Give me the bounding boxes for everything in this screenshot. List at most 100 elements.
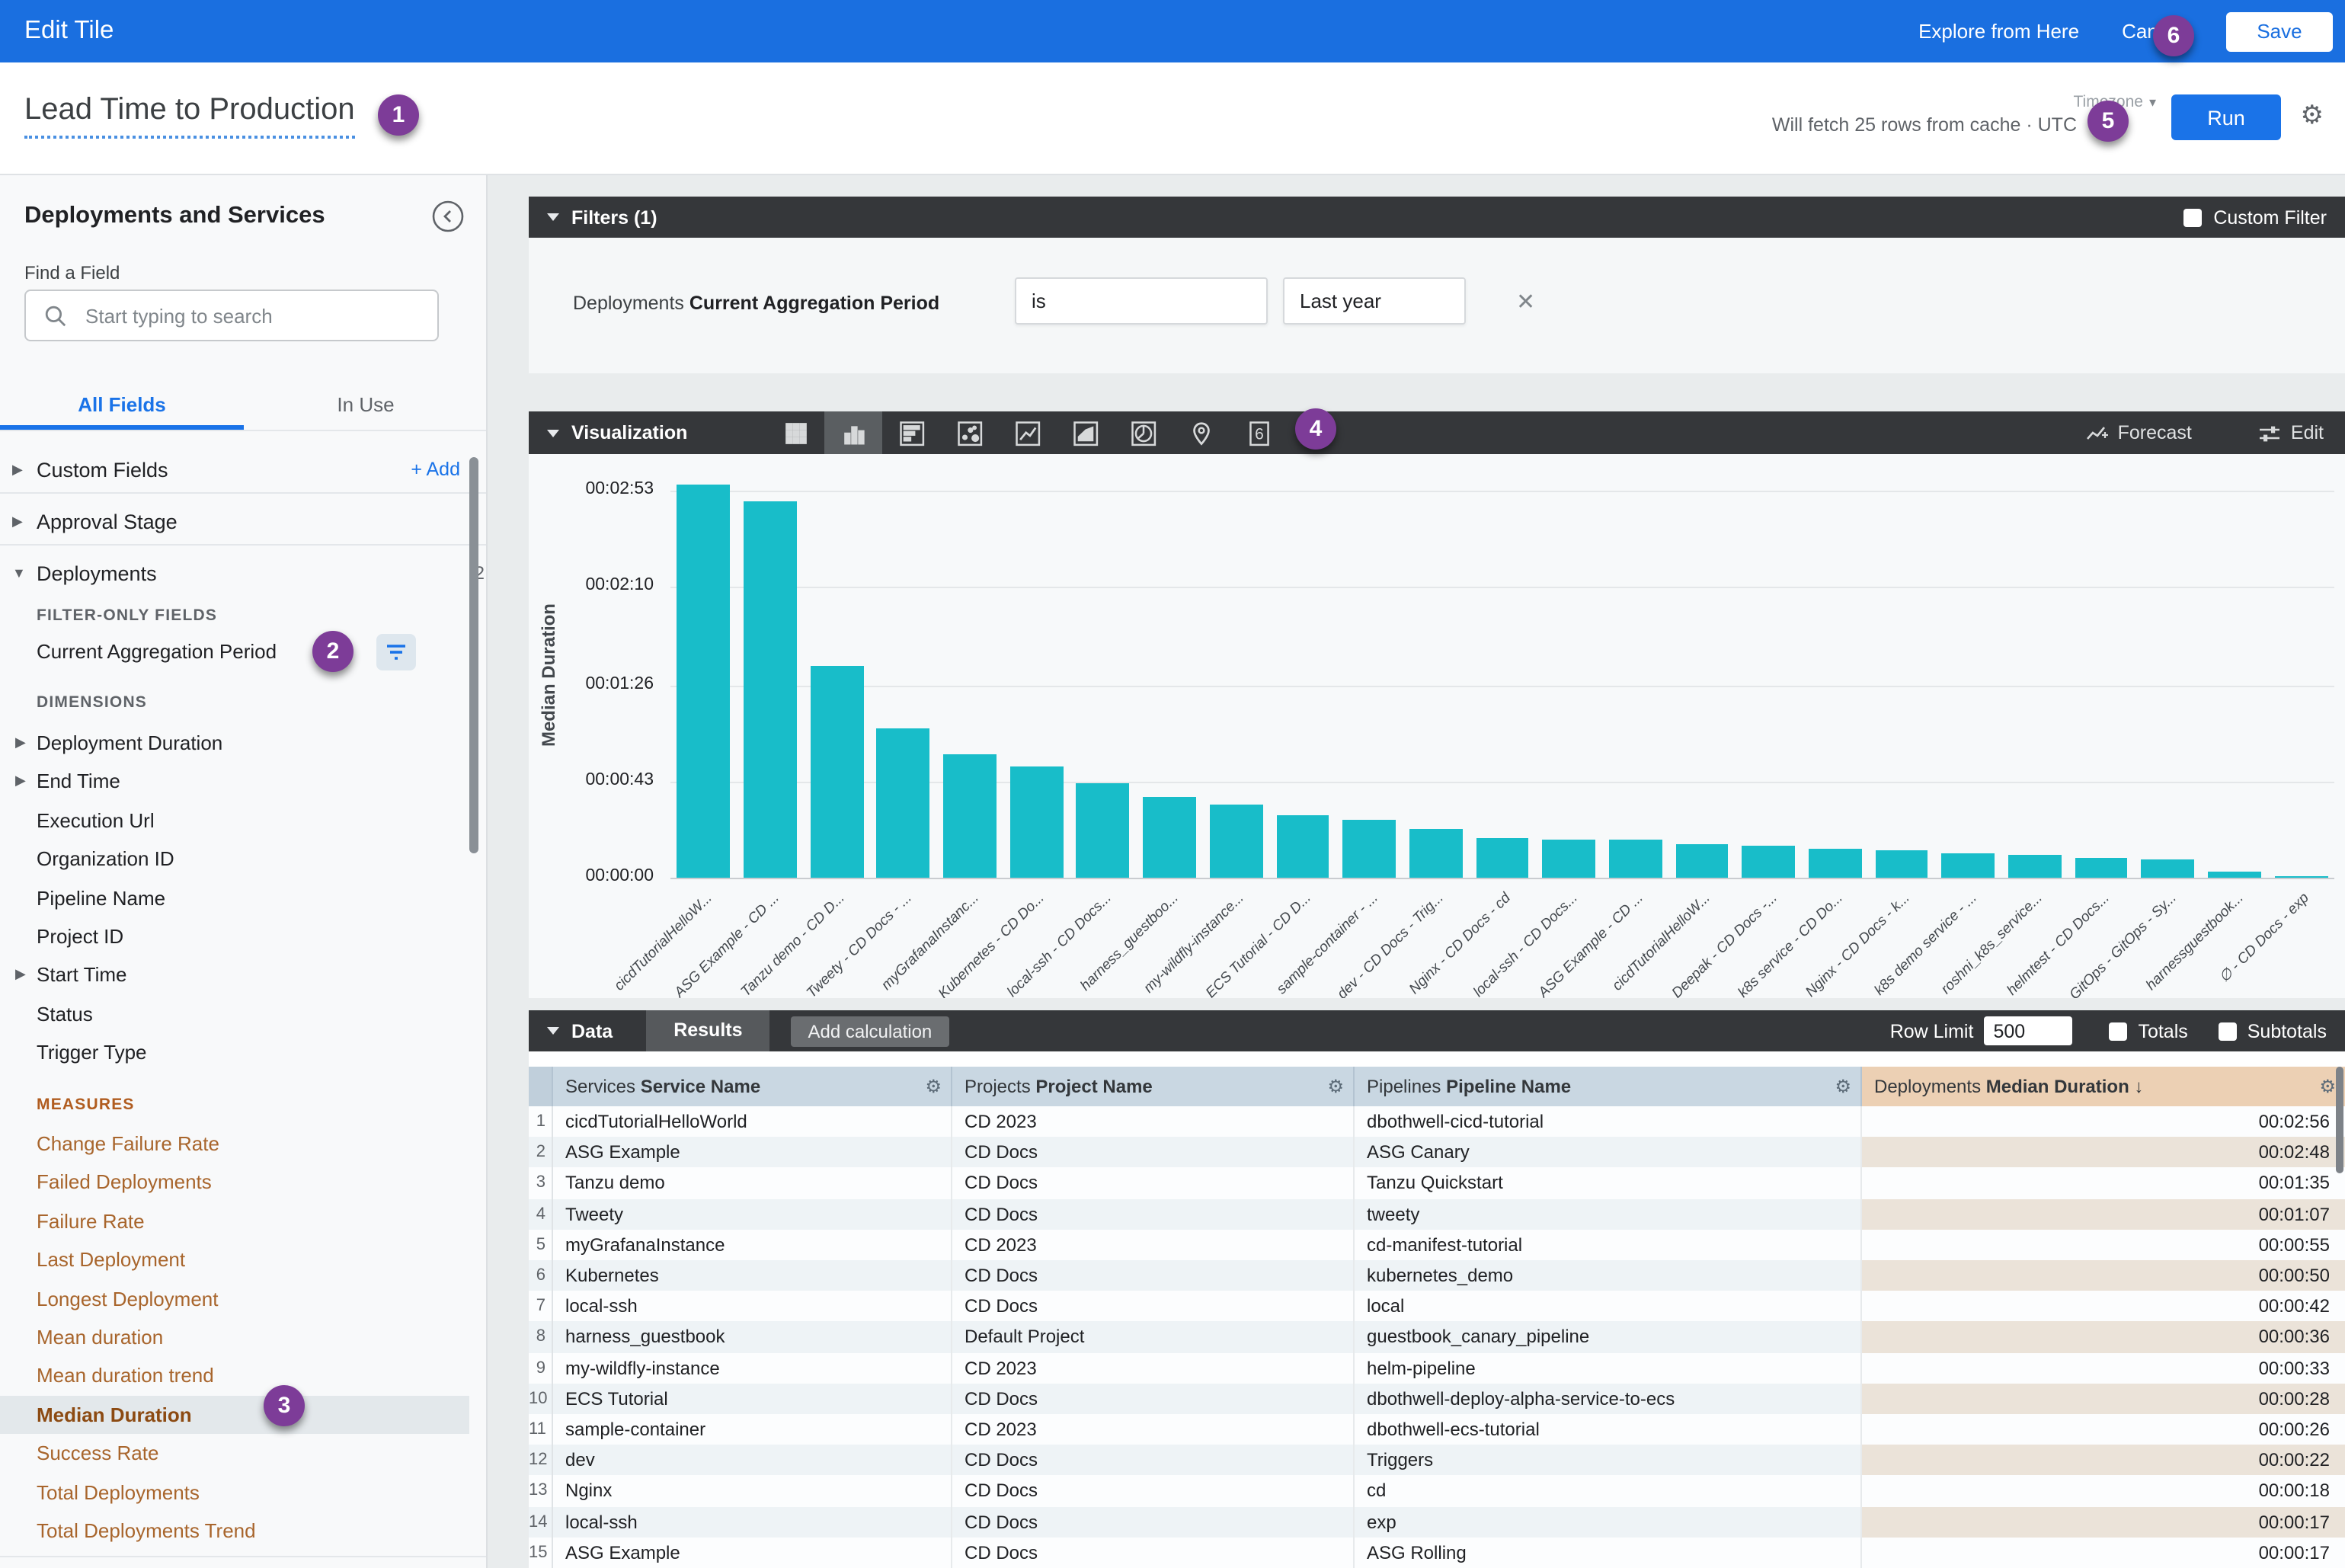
sidebar-group-custom-fields[interactable]: ▶ Custom Fields + Add xyxy=(0,446,488,492)
single-value-icon[interactable]: 6 xyxy=(1230,411,1288,454)
bar-4[interactable] xyxy=(877,728,930,878)
bar-7[interactable] xyxy=(1077,784,1130,878)
bar-25[interactable] xyxy=(2274,875,2327,878)
measure-mean-duration-trend[interactable]: Mean duration trend xyxy=(0,1357,469,1395)
table-row[interactable]: 10ECS TutorialCD Docsdbothwell-deploy-al… xyxy=(529,1384,2345,1414)
bar-1[interactable] xyxy=(677,484,731,878)
filter-by-field-button[interactable] xyxy=(376,634,416,670)
column-gear-icon[interactable]: ⚙ xyxy=(1327,1076,1344,1097)
bar-20[interactable] xyxy=(1942,853,1995,878)
bar-12[interactable] xyxy=(1409,828,1463,878)
add-calculation-button[interactable]: Add calculation xyxy=(792,1016,949,1046)
table-row[interactable]: 14local-sshCD Docsexp00:00:17 xyxy=(529,1506,2345,1537)
table-row[interactable]: 8harness_guestbookDefault Projectguestbo… xyxy=(529,1322,2345,1352)
collapse-sidebar-icon[interactable] xyxy=(431,200,465,233)
bar-14[interactable] xyxy=(1542,840,1595,878)
table-row[interactable]: 12devCD DocsTriggers00:00:22 xyxy=(529,1445,2345,1475)
measure-mean-duration[interactable]: Mean duration xyxy=(0,1318,469,1356)
dimension-execution-url[interactable]: Execution Url xyxy=(0,802,469,840)
filter-value-input[interactable]: Last year xyxy=(1283,277,1466,325)
table-scrollbar-thumb[interactable] xyxy=(2336,1067,2343,1173)
add-custom-field-button[interactable]: + Add xyxy=(411,459,460,480)
measure-success-rate[interactable]: Success Rate xyxy=(0,1434,469,1472)
bar-5[interactable] xyxy=(943,754,997,878)
column-header-service-name[interactable]: Services Service Name⚙ xyxy=(553,1067,952,1106)
bar-6[interactable] xyxy=(1010,766,1064,878)
bar-11[interactable] xyxy=(1342,820,1396,878)
column-gear-icon[interactable]: ⚙ xyxy=(925,1076,942,1097)
table-row[interactable]: 13NginxCD Docscd00:00:18 xyxy=(529,1476,2345,1506)
bar-10[interactable] xyxy=(1276,815,1329,878)
collapse-caret-icon[interactable] xyxy=(547,213,559,221)
bar-23[interactable] xyxy=(2142,860,2195,878)
sidebar-scrollbar-thumb[interactable] xyxy=(469,457,478,853)
sidebar-group-deployments[interactable]: ▼ Deployments 2 xyxy=(0,550,488,596)
area-chart-icon[interactable] xyxy=(1056,411,1114,454)
table-row[interactable]: 1cicdTutorialHelloWorldCD 2023dbothwell-… xyxy=(529,1106,2345,1137)
table-row[interactable]: 11sample-containerCD 2023dbothwell-ecs-t… xyxy=(529,1414,2345,1445)
sidebar-group-approval-stage[interactable]: ▶ Approval Stage xyxy=(0,498,488,544)
dimension-organization-id[interactable]: Organization ID xyxy=(0,840,469,878)
measure-longest-deployment[interactable]: Longest Deployment xyxy=(0,1279,469,1317)
dimension-end-time[interactable]: ▶End Time xyxy=(0,763,469,801)
edit-visualization-button[interactable]: Edit xyxy=(2259,422,2324,443)
settings-gear-icon[interactable]: ⚙ xyxy=(2301,101,2324,131)
measure-last-deployment[interactable]: Last Deployment xyxy=(0,1240,469,1278)
bar-17[interactable] xyxy=(1742,846,1795,878)
bar-18[interactable] xyxy=(1809,849,1862,878)
measure-total-deployments[interactable]: Total Deployments xyxy=(0,1473,469,1511)
expand-caret-icon[interactable]: ▶ xyxy=(12,461,37,478)
bar-24[interactable] xyxy=(2208,871,2261,878)
table-row[interactable]: 15ASG ExampleCD DocsASG Rolling00:00:17 xyxy=(529,1538,2345,1568)
bar-16[interactable] xyxy=(1675,844,1729,878)
bar-chart-icon[interactable] xyxy=(882,411,940,454)
expand-caret-icon[interactable]: ▶ xyxy=(15,734,40,751)
run-button[interactable]: Run xyxy=(2171,94,2281,140)
column-gear-icon[interactable]: ⚙ xyxy=(1835,1076,1851,1097)
bar-2[interactable] xyxy=(744,502,797,878)
bar-22[interactable] xyxy=(2075,858,2128,878)
dimension-trigger-type[interactable]: Trigger Type xyxy=(0,1033,469,1071)
measure-median-duration[interactable]: Median Duration xyxy=(0,1396,469,1434)
bar-13[interactable] xyxy=(1476,837,1529,878)
dimension-deployment-duration[interactable]: ▶Deployment Duration xyxy=(0,724,469,762)
measure-failure-rate[interactable]: Failure Rate xyxy=(0,1202,469,1240)
tile-title[interactable]: Lead Time to Production xyxy=(24,93,355,139)
column-header-median-duration[interactable]: Deployments Median Duration ↓⚙ xyxy=(1862,1067,2345,1106)
bar-8[interactable] xyxy=(1143,797,1196,878)
subtotals-checkbox[interactable] xyxy=(2219,1022,2237,1040)
column-header-pipeline-name[interactable]: Pipelines Pipeline Name⚙ xyxy=(1355,1067,1862,1106)
custom-filter-checkbox[interactable] xyxy=(2183,208,2201,226)
dimension-status[interactable]: Status xyxy=(0,995,469,1033)
table-row[interactable]: 9my-wildfly-instanceCD 2023helm-pipeline… xyxy=(529,1352,2345,1383)
table-row[interactable]: 7local-sshCD Docslocal00:00:42 xyxy=(529,1291,2345,1321)
collapse-caret-icon[interactable] xyxy=(547,1027,559,1035)
expand-caret-icon[interactable]: ▶ xyxy=(12,513,37,530)
table-row[interactable]: 2ASG ExampleCD DocsASG Canary00:02:48 xyxy=(529,1137,2345,1167)
tab-in-use[interactable]: In Use xyxy=(244,381,488,430)
scatter-plot-icon[interactable] xyxy=(940,411,998,454)
bar-19[interactable] xyxy=(1875,851,1928,878)
measure-change-failure-rate[interactable]: Change Failure Rate xyxy=(0,1125,469,1163)
dimension-pipeline-name[interactable]: Pipeline Name xyxy=(0,878,469,917)
table-row[interactable]: 6KubernetesCD Docskubernetes_demo00:00:5… xyxy=(529,1260,2345,1291)
dimension-project-id[interactable]: Project ID xyxy=(0,917,469,955)
collapse-caret-icon[interactable] xyxy=(547,429,559,437)
expand-caret-icon[interactable]: ▶ xyxy=(15,773,40,790)
row-limit-input[interactable] xyxy=(1984,1016,2072,1045)
measure-failed-deployments[interactable]: Failed Deployments xyxy=(0,1163,469,1202)
column-gear-icon[interactable]: ⚙ xyxy=(2319,1076,2336,1097)
remove-filter-icon[interactable]: ✕ xyxy=(1516,288,1535,315)
filter-operator-select[interactable]: is xyxy=(1015,277,1268,325)
bar-3[interactable] xyxy=(810,665,863,878)
measure-total-deployments-trend[interactable]: Total Deployments Trend xyxy=(0,1512,469,1550)
median-duration-bar-chart[interactable]: Median Duration 00:00:0000:00:4300:01:26… xyxy=(529,454,2345,998)
column-header-project-name[interactable]: Projects Project Name⚙ xyxy=(952,1067,1355,1106)
bar-21[interactable] xyxy=(2008,856,2062,878)
column-chart-icon[interactable] xyxy=(824,411,882,454)
forecast-button[interactable]: Forecast xyxy=(2086,422,2192,443)
totals-checkbox[interactable] xyxy=(2109,1022,2127,1040)
tab-all-fields[interactable]: All Fields xyxy=(0,381,244,430)
table-row[interactable]: 4TweetyCD Docstweety00:01:07 xyxy=(529,1198,2345,1229)
table-icon[interactable] xyxy=(766,411,824,454)
